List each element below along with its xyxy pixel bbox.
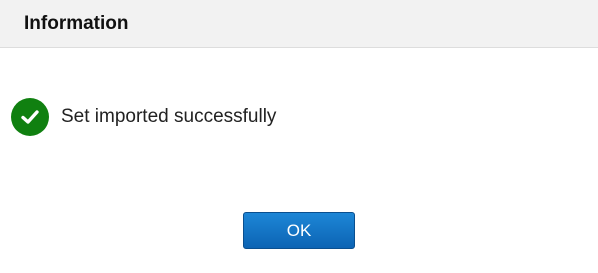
check-circle-icon — [11, 98, 49, 136]
information-dialog: Information Set imported successfully OK — [0, 0, 598, 273]
message-row: Set imported successfully — [11, 98, 276, 136]
dialog-header: Information — [0, 0, 598, 48]
message-text: Set imported successfully — [61, 106, 277, 127]
dialog-title: Information — [24, 13, 129, 34]
ok-button[interactable]: OK — [243, 212, 355, 249]
